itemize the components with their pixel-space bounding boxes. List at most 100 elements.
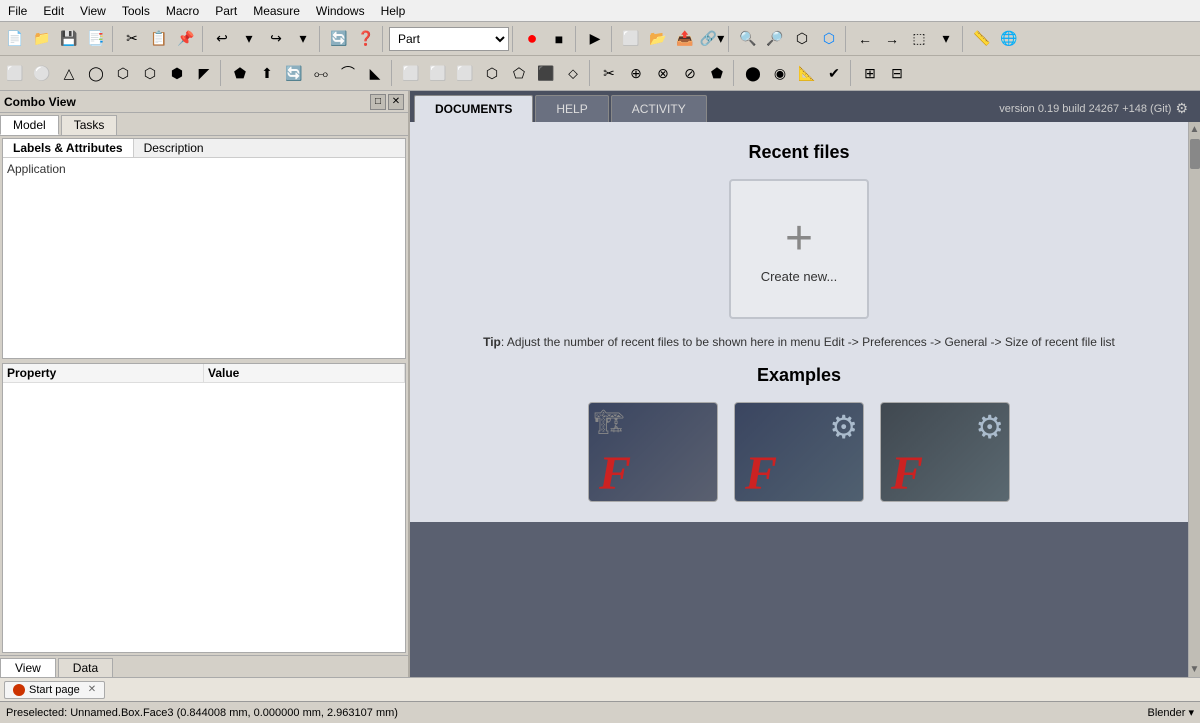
btn-face6[interactable]: ⬛ [533, 60, 559, 86]
btn-view3[interactable]: 🔍 [735, 26, 761, 52]
btn-cylinder[interactable]: ⬡ [110, 60, 136, 86]
btn-sphere[interactable]: ⚪ [29, 60, 55, 86]
menu-windows[interactable]: Windows [308, 2, 373, 20]
btn-view1[interactable]: ⬜ [618, 26, 644, 52]
sep6 [575, 26, 579, 52]
blender-dropdown-icon[interactable]: ▾ [1188, 707, 1194, 719]
btn-view6[interactable]: ⬡ [816, 26, 842, 52]
btn-link-dropdown[interactable]: 🔗▾ [699, 26, 725, 52]
btn-view2[interactable]: 📂 [645, 26, 671, 52]
btn-nav-fwd[interactable]: → [879, 26, 905, 52]
btn-compound[interactable]: ⬟ [704, 60, 730, 86]
menu-macro[interactable]: Macro [158, 2, 207, 20]
create-new-card[interactable]: + Create new... [729, 179, 869, 319]
btn-export[interactable]: 📤 [672, 26, 698, 52]
btn-nav-back[interactable]: ← [852, 26, 878, 52]
btn-fillet[interactable]: ⌒ [335, 60, 361, 86]
btn-macro-stop[interactable]: ■ [546, 26, 572, 52]
btn-3d-rotate[interactable]: 🌐 [996, 26, 1022, 52]
btn-copy[interactable]: 📋 [146, 26, 172, 52]
btn-view5[interactable]: ⬡ [789, 26, 815, 52]
menu-view[interactable]: View [72, 2, 114, 20]
start-page-close-btn[interactable]: ✕ [88, 684, 96, 695]
tabs-bar: DOCUMENTS HELP ACTIVITY version 0.19 bui… [410, 91, 1200, 122]
btn-face4[interactable]: ⬡ [479, 60, 505, 86]
btn-save-as[interactable]: 📑 [83, 26, 109, 52]
btn-undo-dropdown[interactable]: ▾ [236, 26, 262, 52]
scrollbar[interactable]: ▲ ▼ [1188, 122, 1200, 677]
property-col-header: Property [3, 364, 204, 382]
scroll-up-btn[interactable]: ▲ [1188, 122, 1200, 137]
btn-cut[interactable]: ✂ [119, 26, 145, 52]
btn-box[interactable]: ⬜ [2, 60, 28, 86]
btn-cone[interactable]: △ [56, 60, 82, 86]
btn-face5[interactable]: ⬠ [506, 60, 532, 86]
combo-maximize-btn[interactable]: □ [370, 94, 386, 110]
example-card-3[interactable]: ⚙ F [880, 402, 1010, 502]
btn-execute[interactable]: ▶ [582, 26, 608, 52]
btn-redo[interactable]: ↪ [263, 26, 289, 52]
tab-activity[interactable]: ACTIVITY [611, 95, 707, 122]
gear-icon[interactable]: ⚙ [1175, 100, 1188, 117]
btn-paste[interactable]: 📌 [173, 26, 199, 52]
btn-view4[interactable]: 🔎 [762, 26, 788, 52]
btn-new[interactable]: 📄 [2, 26, 28, 52]
scroll-thumb[interactable] [1190, 139, 1200, 169]
tab-view[interactable]: View [0, 658, 56, 677]
tab-description[interactable]: Description [134, 139, 214, 157]
btn-revolve[interactable]: 🔄 [281, 60, 307, 86]
tab-labels-attributes[interactable]: Labels & Attributes [3, 139, 134, 157]
tab-tasks[interactable]: Tasks [61, 115, 118, 135]
combo-close-btn[interactable]: ✕ [388, 94, 404, 110]
btn-refresh[interactable]: 🔄 [326, 26, 352, 52]
btn-face2[interactable]: ⬜ [425, 60, 451, 86]
example-card-2[interactable]: ⚙ F [734, 402, 864, 502]
menu-file[interactable]: File [0, 2, 35, 20]
tab-help[interactable]: HELP [535, 95, 608, 122]
btn-save[interactable]: 💾 [56, 26, 82, 52]
menu-edit[interactable]: Edit [35, 2, 72, 20]
btn-fuse[interactable]: ⊕ [623, 60, 649, 86]
btn-mirror[interactable]: ⧟ [308, 60, 334, 86]
btn-cut-op[interactable]: ✂ [596, 60, 622, 86]
menu-part[interactable]: Part [207, 2, 245, 20]
menu-measure[interactable]: Measure [245, 2, 308, 20]
example-letter-1: F [599, 446, 631, 501]
btn-redo-dropdown[interactable]: ▾ [290, 26, 316, 52]
btn-prism[interactable]: ⬢ [164, 60, 190, 86]
sep3 [319, 26, 323, 52]
btn-extrude[interactable]: ⬆ [254, 60, 280, 86]
tab-model[interactable]: Model [0, 115, 59, 135]
menu-tools[interactable]: Tools [114, 2, 158, 20]
btn-undo[interactable]: ↩ [209, 26, 235, 52]
tab-data[interactable]: Data [58, 658, 113, 677]
btn-boolean[interactable]: ⬟ [227, 60, 253, 86]
btn-open[interactable]: 📁 [29, 26, 55, 52]
btn-view7[interactable]: ⬤ [740, 60, 766, 86]
menu-help[interactable]: Help [373, 2, 414, 20]
btn-common[interactable]: ⊗ [650, 60, 676, 86]
btn-view8[interactable]: ◉ [767, 60, 793, 86]
tab-documents[interactable]: DOCUMENTS [414, 95, 533, 122]
btn-chamfer[interactable]: ◣ [362, 60, 388, 86]
btn-measure-tool[interactable]: 📏 [969, 26, 995, 52]
btn-loft[interactable]: ⬦ [560, 60, 586, 86]
btn-torus[interactable]: ◯ [83, 60, 109, 86]
btn-measure2[interactable]: 📐 [794, 60, 820, 86]
btn-face3[interactable]: ⬜ [452, 60, 478, 86]
example-card-1[interactable]: 🏗 F [588, 402, 718, 502]
btn-face1[interactable]: ⬜ [398, 60, 424, 86]
btn-view-cube[interactable]: ⬚ [906, 26, 932, 52]
start-page-tab[interactable]: Start page ✕ [4, 681, 105, 699]
btn-macro-record[interactable]: ● [519, 26, 545, 52]
btn-view9[interactable]: ⊞ [857, 60, 883, 86]
btn-view10[interactable]: ⊟ [884, 60, 910, 86]
btn-wedge[interactable]: ◤ [191, 60, 217, 86]
btn-view-dropdown[interactable]: ▾ [933, 26, 959, 52]
scroll-down-btn[interactable]: ▼ [1188, 662, 1200, 677]
btn-help[interactable]: ❓ [353, 26, 379, 52]
btn-section[interactable]: ⊘ [677, 60, 703, 86]
btn-check[interactable]: ✔ [821, 60, 847, 86]
btn-tube[interactable]: ⬡ [137, 60, 163, 86]
workbench-select[interactable]: Part Draft Sketcher PartDesign [389, 27, 509, 51]
